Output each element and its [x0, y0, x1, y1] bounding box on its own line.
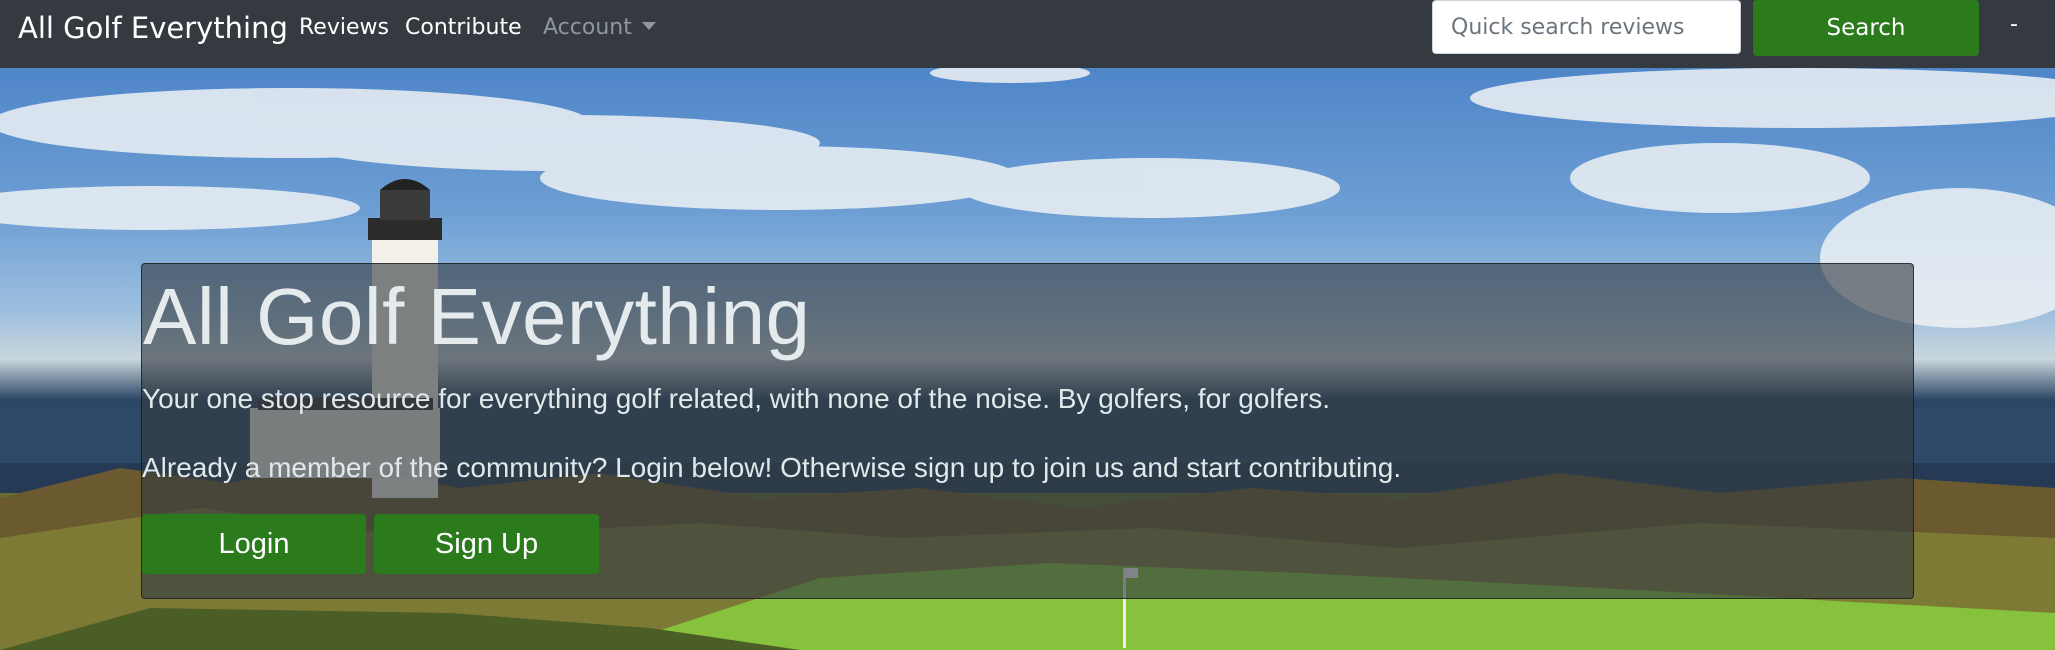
user-menu-toggle[interactable]: - [2010, 10, 2018, 40]
chevron-down-icon [641, 22, 656, 30]
top-navbar: All Golf Everything Reviews Contribute A… [0, 0, 2055, 68]
hero-title: All Golf Everything [143, 272, 811, 361]
nav-contribute-link[interactable]: Contribute [405, 14, 522, 42]
nav-reviews-link[interactable]: Reviews [299, 14, 389, 42]
search-button[interactable]: Search [1753, 0, 1979, 56]
nav-account-label: Account [543, 15, 632, 40]
hero-tagline: Your one stop resource for everything go… [142, 383, 1331, 414]
nav-account-dropdown[interactable]: Account [543, 14, 656, 42]
login-button[interactable]: Login [142, 514, 366, 574]
hero-login-prompt: Already a member of the community? Login… [142, 452, 1402, 483]
brand-link[interactable]: All Golf Everything [18, 10, 288, 46]
quick-search-input[interactable] [1432, 0, 1741, 54]
sign-up-button[interactable]: Sign Up [374, 514, 599, 574]
